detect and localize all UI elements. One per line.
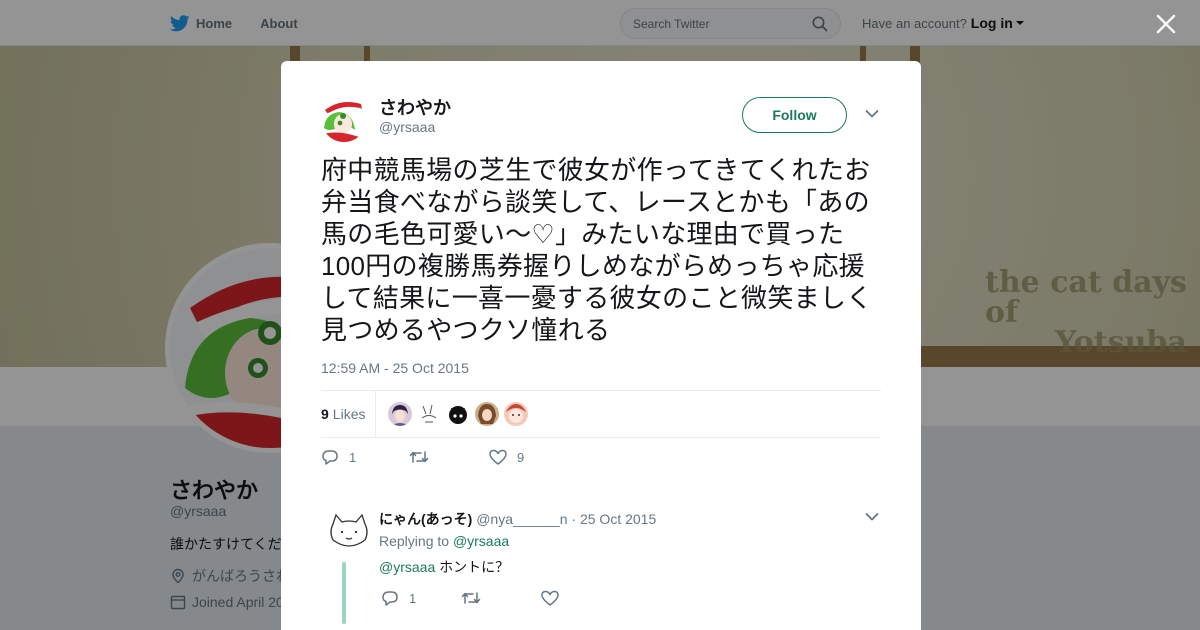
reply-icon <box>382 591 398 606</box>
reply-actions: 1 <box>381 589 569 607</box>
chevron-down-icon[interactable] <box>865 512 879 522</box>
replying-to-link[interactable]: @yrsaaa <box>453 533 509 549</box>
reply-action[interactable]: 1 <box>321 448 409 466</box>
close-icon <box>1156 14 1176 34</box>
likes-stat[interactable]: 9 Likes <box>321 390 377 438</box>
tweet-stats: 9 Likes <box>321 390 881 438</box>
likes-count: 9 <box>321 406 329 422</box>
replying-prefix: Replying to <box>379 533 450 549</box>
likers-list <box>388 402 533 426</box>
heart-icon <box>541 590 559 606</box>
chevron-down-icon[interactable] <box>865 109 879 119</box>
close-button[interactable] <box>1154 12 1178 36</box>
anime-girl-avatar-image <box>321 96 367 142</box>
reply-count: 1 <box>349 449 357 465</box>
heart-icon <box>489 449 507 465</box>
liker-avatar[interactable] <box>388 402 413 426</box>
tweet-author-handle[interactable]: @yrsaaa <box>379 119 435 135</box>
person-avatar-image <box>504 402 529 426</box>
follow-button[interactable]: Follow <box>742 97 847 133</box>
liker-avatar[interactable] <box>475 402 500 426</box>
liker-avatar[interactable] <box>446 402 471 426</box>
reply-icon <box>322 450 338 465</box>
liker-avatar[interactable] <box>417 402 442 426</box>
likes-label: Likes <box>332 406 366 422</box>
thread-line <box>342 562 346 624</box>
tweet-actions: 1 9 <box>321 448 524 466</box>
retweet-icon <box>461 592 481 604</box>
reply-author-avatar[interactable] <box>327 512 371 552</box>
reply-author-name[interactable]: にゃん(あっそ) <box>379 511 472 527</box>
replying-to: Replying to @yrsaaa <box>379 533 509 549</box>
reply-mention-link[interactable]: @yrsaaa <box>379 559 435 575</box>
person-avatar-image <box>475 402 500 426</box>
tweet-timestamp[interactable]: 12:59 AM - 25 Oct 2015 <box>321 360 469 376</box>
reply-date[interactable]: 25 Oct 2015 <box>580 511 656 527</box>
retweet-action[interactable] <box>461 590 541 606</box>
cat-doodle-avatar-image <box>330 513 368 547</box>
retweet-action[interactable] <box>409 449 489 465</box>
tweet-author-name[interactable]: さわやか <box>379 94 451 120</box>
reply-author-handle[interactable]: @nya______n <box>476 511 567 527</box>
reply-body: ホントに？ <box>439 559 510 575</box>
reply-separator: · <box>571 511 577 527</box>
reply-action[interactable]: 1 <box>381 589 461 607</box>
reply-header: にゃん(あっそ) @nya______n · 25 Oct 2015 <box>379 509 656 529</box>
tweet-text: 府中競馬場の芝生で彼女が作ってきてくれたお弁当食べながら談笑して、レースとかも「… <box>321 155 873 345</box>
like-action[interactable] <box>541 590 569 606</box>
person-avatar-image <box>388 402 413 426</box>
reply-count: 1 <box>409 590 417 606</box>
reply-text: @yrsaaa ホントに？ <box>379 557 509 577</box>
cat-avatar-image <box>446 402 471 426</box>
like-count: 9 <box>517 449 525 465</box>
liker-avatar[interactable] <box>504 402 529 426</box>
tweet-modal: さわやか @yrsaaa Follow 府中競馬場の芝生で彼女が作ってきてくれた… <box>281 61 921 630</box>
retweet-icon <box>409 451 429 463</box>
like-action[interactable]: 9 <box>489 449 524 465</box>
sketch-avatar-image <box>417 402 442 426</box>
tweet-author-avatar[interactable] <box>321 96 367 142</box>
